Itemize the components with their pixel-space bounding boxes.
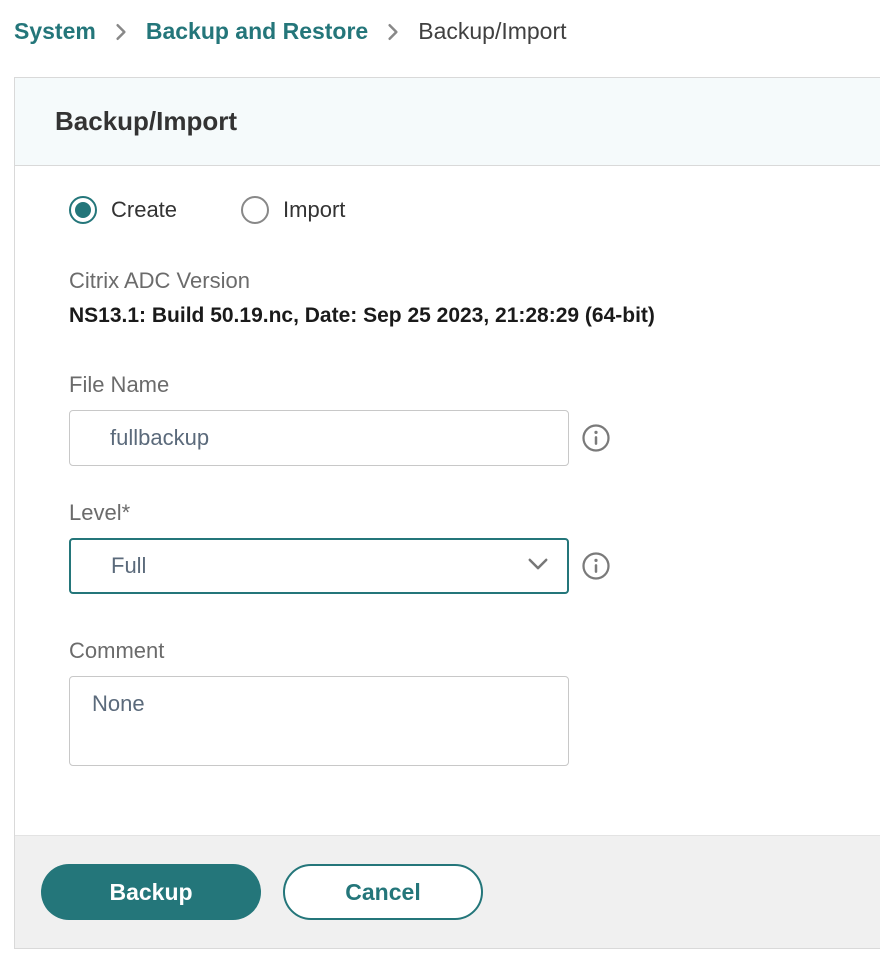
radio-create[interactable]: Create <box>69 196 177 224</box>
radio-label: Import <box>283 197 345 223</box>
level-label: Level* <box>69 500 826 526</box>
breadcrumb: System Backup and Restore Backup/Import <box>0 0 880 63</box>
chevron-down-icon <box>527 556 549 577</box>
chevron-right-icon <box>386 23 400 41</box>
field-level: Level* Full <box>69 500 826 594</box>
level-value: Full <box>111 553 146 579</box>
field-file-name: File Name <box>69 372 826 466</box>
radio-label: Create <box>111 197 177 223</box>
file-name-input[interactable] <box>69 410 569 466</box>
field-comment: Comment <box>69 638 826 771</box>
comment-input[interactable] <box>69 676 569 766</box>
panel-header: Backup/Import <box>15 78 880 166</box>
version-value: NS13.1: Build 50.19.nc, Date: Sep 25 202… <box>69 304 826 328</box>
chevron-right-icon <box>114 23 128 41</box>
panel-footer: Backup Cancel <box>15 835 880 948</box>
radio-import[interactable]: Import <box>241 196 345 224</box>
file-name-label: File Name <box>69 372 826 398</box>
backup-import-panel: Backup/Import Create Import Citrix ADC V… <box>14 77 880 949</box>
mode-radio-group: Create Import <box>69 196 826 224</box>
panel-body: Create Import Citrix ADC Version NS13.1:… <box>15 166 880 835</box>
version-label: Citrix ADC Version <box>69 268 826 294</box>
breadcrumb-current: Backup/Import <box>418 18 566 45</box>
backup-button[interactable]: Backup <box>41 864 261 920</box>
info-icon[interactable] <box>581 551 611 581</box>
level-select[interactable]: Full <box>69 538 569 594</box>
radio-icon <box>69 196 97 224</box>
page-title: Backup/Import <box>55 106 840 137</box>
breadcrumb-backup-restore[interactable]: Backup and Restore <box>146 18 368 45</box>
info-icon[interactable] <box>581 423 611 453</box>
breadcrumb-system[interactable]: System <box>14 18 96 45</box>
comment-label: Comment <box>69 638 826 664</box>
cancel-button[interactable]: Cancel <box>283 864 483 920</box>
radio-icon <box>241 196 269 224</box>
